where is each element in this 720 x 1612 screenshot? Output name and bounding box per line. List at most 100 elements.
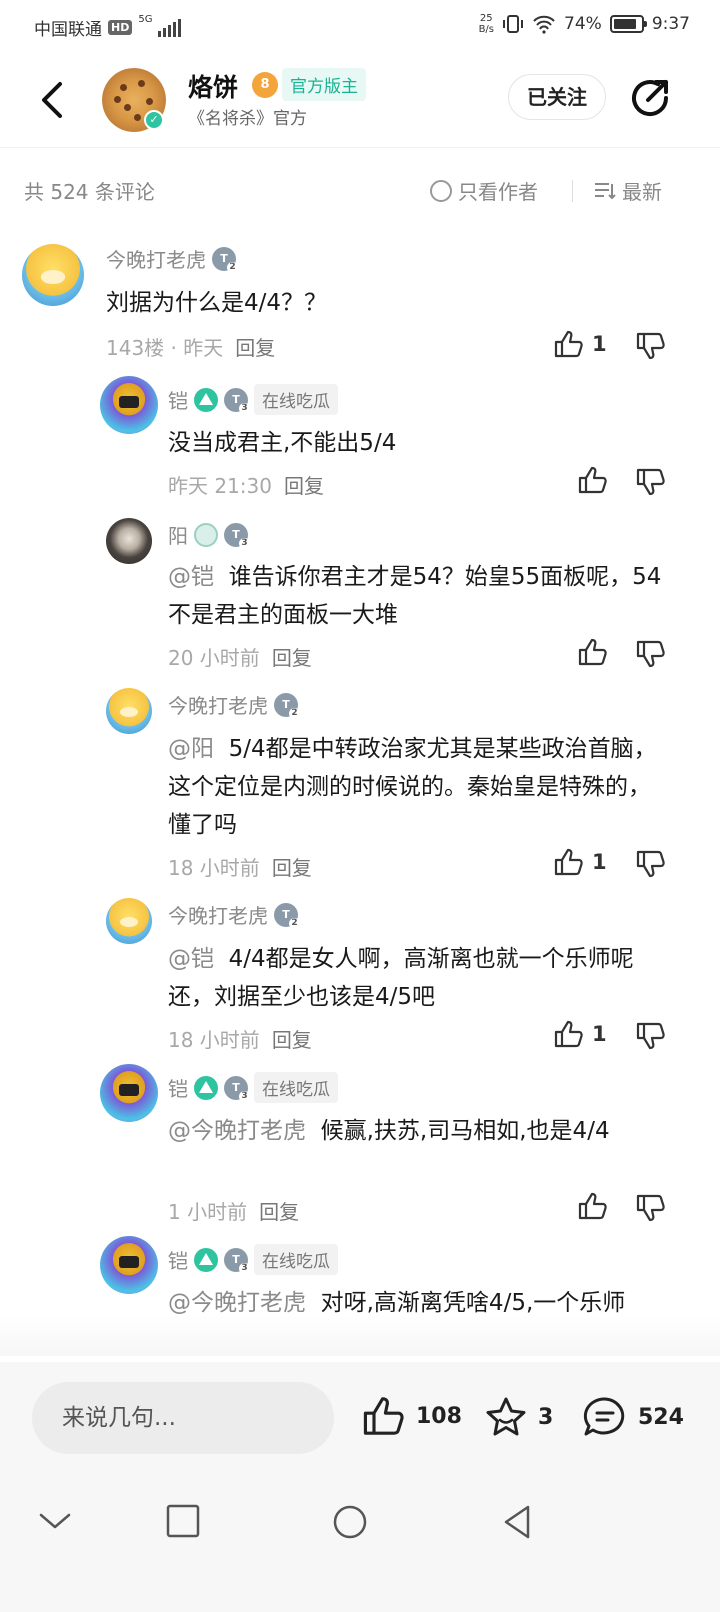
post-like-count: 108 [416, 1403, 462, 1429]
like-count: 1 [592, 332, 607, 356]
username-text: 今晚打老虎 [168, 904, 268, 928]
comment-input[interactable]: 来说几句... [32, 1382, 334, 1454]
mention-link[interactable]: @阳 [168, 736, 214, 762]
nav-back-icon[interactable] [502, 1504, 532, 1540]
nav-recents-icon[interactable] [166, 1504, 200, 1538]
sort-toggle[interactable]: 最新 [594, 176, 662, 205]
status-right: 25 B/s 74% 9:37 [479, 13, 690, 35]
reply-button[interactable]: 回复 [284, 470, 324, 499]
badge-icon [194, 1247, 218, 1272]
comment-text: @铠 4/4都是女人啊，高渐离也就一个乐师呢还，刘据至少也该是4/5吧 [168, 946, 634, 1010]
dislike-button[interactable] [636, 468, 666, 496]
like-button[interactable]: 1 [554, 330, 607, 358]
network-speed: 25 B/s [478, 13, 495, 35]
vibrate-icon [503, 15, 524, 33]
like-button[interactable] [578, 466, 608, 494]
reply-button[interactable]: 回复 [272, 642, 312, 671]
comment-time: 18 小时前 [168, 1028, 260, 1052]
reply-button[interactable]: 回复 [272, 1024, 312, 1053]
dislike-button[interactable] [636, 1022, 666, 1050]
thumb-up-icon [554, 330, 584, 358]
username-text: 今晚打老虎 [168, 694, 268, 718]
comment-meta: 20 小时前 回复 [168, 642, 312, 671]
avatar[interactable] [106, 898, 152, 944]
badge-icon [194, 522, 218, 547]
verified-icon: ✓ [144, 110, 164, 130]
reply-button[interactable]: 回复 [272, 852, 312, 881]
comments-button[interactable]: 524 [582, 1396, 684, 1438]
battery-percent: 74% [564, 14, 602, 34]
bottom-action-bar: 来说几句... 108 3 524 [0, 1362, 720, 1476]
thumb-down-icon [636, 1194, 666, 1222]
avatar[interactable] [100, 376, 158, 434]
dislike-button[interactable] [636, 332, 666, 360]
comment-username[interactable]: 铠 T3 在线吃瓜 [168, 1072, 338, 1103]
reply-button[interactable]: 回复 [235, 332, 275, 361]
comment-text: @铠 谁告诉你君主才是54？始皇55面板呢，54不是君主的面板一大堆 [168, 564, 662, 628]
sort-icon [595, 182, 616, 199]
like-count: 1 [592, 1022, 607, 1046]
hd-badge: HD [108, 20, 133, 35]
share-button[interactable] [628, 76, 672, 120]
avatar[interactable] [22, 244, 84, 306]
comment-username[interactable]: 铠 T3 在线吃瓜 [168, 384, 338, 415]
star-icon [484, 1396, 528, 1438]
avatar[interactable] [100, 1064, 158, 1122]
user-level-icon: T2 [274, 902, 300, 929]
thumb-up-icon [578, 638, 608, 666]
username-text: 铠 [168, 1077, 188, 1101]
comment-time: 昨天 21:30 [168, 474, 272, 498]
nav-home-icon[interactable] [332, 1504, 368, 1540]
comment-username[interactable]: 今晚打老虎 T2 [168, 690, 300, 719]
avatar[interactable] [106, 688, 152, 734]
comment-filter-bar: 共 524 条评论 只看作者 最新 [0, 170, 720, 214]
mention-link[interactable]: @今晚打老虎 [168, 1118, 306, 1144]
badge-icon [194, 387, 218, 412]
reply-button[interactable]: 回复 [259, 1196, 299, 1225]
thumb-down-icon [636, 640, 666, 668]
post-like-button[interactable]: 108 [362, 1396, 462, 1436]
comment-text: @阳 5/4都是中转政治家尤其是某些政治首脑，这个定位是内测的时候说的。秦始皇是… [168, 736, 657, 838]
comment-text: 刘据为什么是4/4？？ [106, 290, 328, 316]
comment-username[interactable]: 铠 T3 在线吃瓜 [168, 1244, 338, 1275]
thumb-up-icon [362, 1396, 406, 1436]
level-badge: 8 [252, 72, 278, 98]
carrier-info: 中国联通 HD 5G [34, 14, 182, 40]
thumb-up-icon [554, 1020, 584, 1048]
mention-link[interactable]: @今晚打老虎 [168, 1290, 306, 1316]
forum-name[interactable]: 烙饼 [188, 68, 238, 104]
comment-meta: 18 小时前 回复 [168, 852, 312, 881]
user-level-icon: T2 [212, 246, 238, 273]
badge-icon [194, 1075, 218, 1100]
dislike-button[interactable] [636, 640, 666, 668]
dislike-button[interactable] [636, 850, 666, 878]
like-button[interactable] [578, 1192, 608, 1220]
like-button[interactable]: 1 [554, 1020, 607, 1048]
favorite-button[interactable]: 3 [484, 1396, 553, 1438]
mention-link[interactable]: @铠 [168, 946, 214, 972]
user-tag: 在线吃瓜 [254, 1244, 338, 1275]
comment-username[interactable]: 阳 T3 [168, 520, 250, 549]
avatar[interactable] [106, 518, 152, 564]
username-text: 铠 [168, 1249, 188, 1273]
only-author-toggle[interactable]: 只看作者 [430, 176, 538, 205]
thumb-up-icon [554, 848, 584, 876]
thumb-up-icon [578, 466, 608, 494]
share-icon [632, 80, 669, 117]
avatar[interactable] [100, 1236, 158, 1294]
comment-username[interactable]: 今晚打老虎 T2 [106, 244, 238, 273]
favorite-count: 3 [538, 1404, 554, 1430]
like-button[interactable]: 1 [554, 848, 607, 876]
comment-time: 18 小时前 [168, 856, 260, 880]
thumb-down-icon [636, 850, 666, 878]
dislike-button[interactable] [636, 1194, 666, 1222]
thumb-up-icon [578, 1192, 608, 1220]
mention-link[interactable]: @铠 [168, 564, 214, 590]
nav-collapse-icon[interactable] [38, 1510, 72, 1532]
follow-button[interactable]: 已关注 [508, 74, 606, 120]
comment-username[interactable]: 今晚打老虎 T2 [168, 900, 300, 929]
comment-meta: 昨天 21:30 回复 [168, 470, 324, 499]
like-button[interactable] [578, 638, 608, 666]
thumb-down-icon [636, 332, 666, 360]
back-button[interactable] [34, 76, 74, 124]
